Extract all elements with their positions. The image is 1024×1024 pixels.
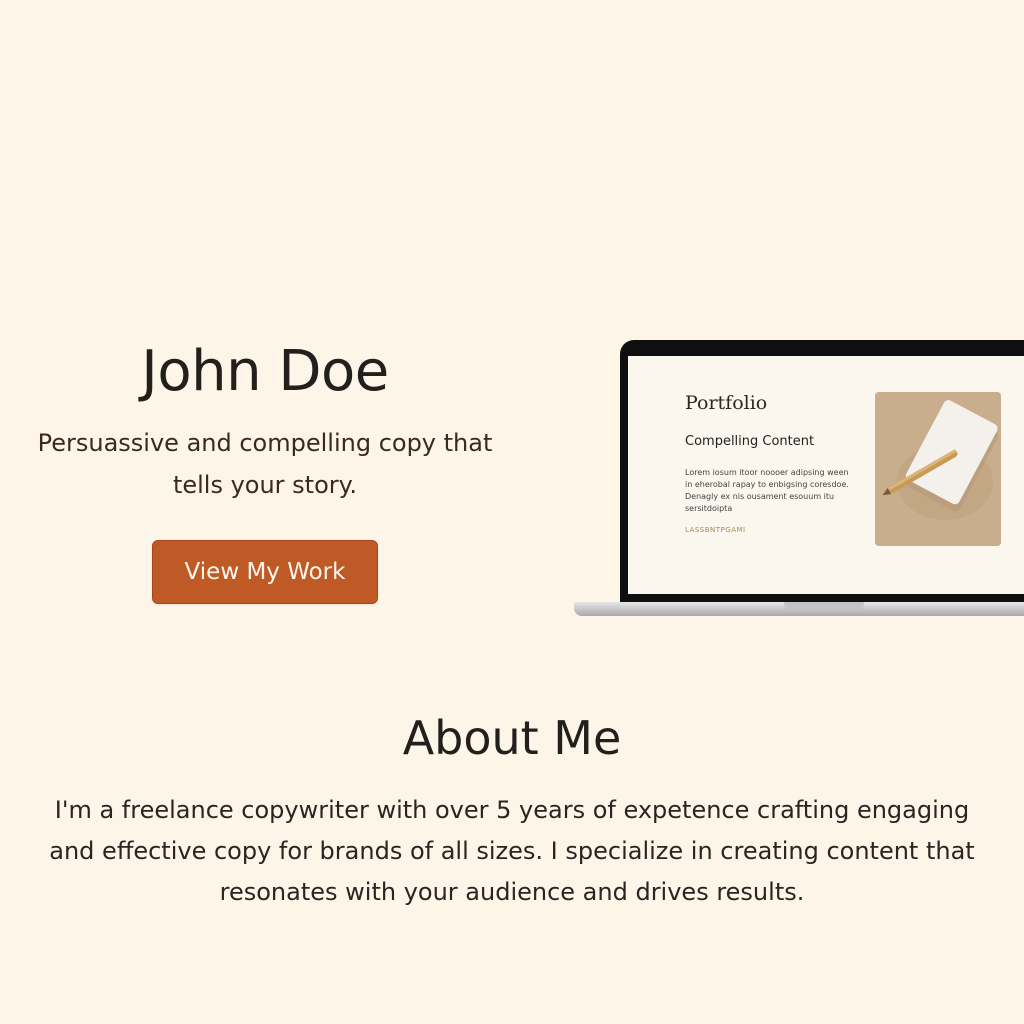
view-my-work-button[interactable]: View My Work xyxy=(152,540,378,604)
portfolio-body-text: Lorem iosum itoor noooer adipsing ween i… xyxy=(685,468,849,513)
hero-tagline: Persuassive and compelling copy that tel… xyxy=(37,429,493,499)
notepad-and-pencil-photo xyxy=(875,392,1001,546)
hero-section: John Doe Persuassive and compelling copy… xyxy=(30,336,500,604)
page: John Doe Persuassive and compelling copy… xyxy=(0,0,1024,1024)
hero-name: John Doe xyxy=(141,339,389,404)
laptop-lid: Portfolio Compelling Content Lorem iosum… xyxy=(620,340,1024,606)
notepad-pencil-illustration xyxy=(875,392,1001,546)
about-body: I'm a freelance copywriter with over 5 y… xyxy=(49,796,975,906)
laptop-notch xyxy=(784,602,864,610)
laptop-mockup: Portfolio Compelling Content Lorem iosum… xyxy=(574,340,1024,624)
portfolio-subtitle: Compelling Content xyxy=(685,434,815,449)
laptop-screen: Portfolio Compelling Content Lorem iosum… xyxy=(628,356,1024,594)
portfolio-link: LASSBNTPGAMI xyxy=(685,526,746,534)
about-heading: About Me xyxy=(402,711,622,765)
portfolio-title: Portfolio xyxy=(685,392,768,414)
